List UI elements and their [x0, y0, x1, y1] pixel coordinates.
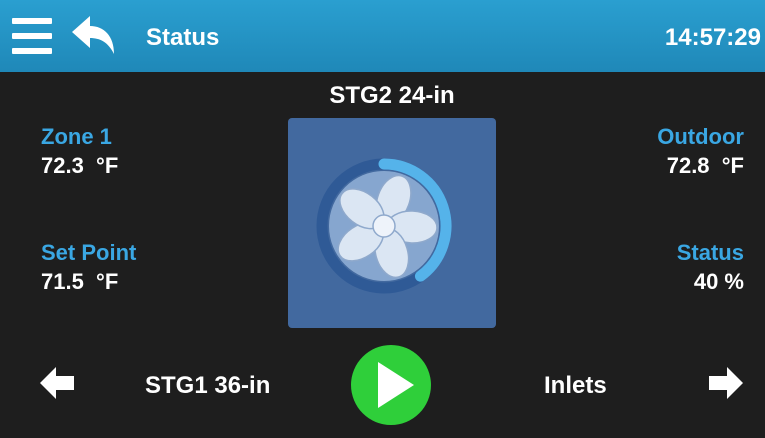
- status-value: 40 %: [693, 269, 744, 294]
- arrow-right-icon[interactable]: [709, 367, 743, 399]
- outdoor-value: 72.8 °F: [666, 153, 744, 178]
- header-bar: Status 14:57:29: [0, 0, 765, 72]
- zone-value: 72.3 °F: [41, 153, 119, 178]
- set-point-value: 71.5 °F: [41, 269, 119, 294]
- zone-label: Zone 1: [41, 124, 112, 149]
- set-point-label: Set Point: [41, 240, 137, 265]
- status-label: Status: [676, 240, 744, 265]
- fan-icon: [316, 158, 452, 294]
- next-device-label[interactable]: Inlets: [544, 372, 607, 400]
- clock: 14:57:29: [664, 24, 761, 51]
- previous-device-label[interactable]: STG1 36-in: [145, 372, 270, 400]
- play-button[interactable]: [351, 345, 431, 425]
- back-arrow-icon[interactable]: [70, 14, 118, 58]
- hamburger-menu-icon[interactable]: [12, 18, 52, 54]
- arrow-left-icon[interactable]: [40, 367, 74, 399]
- outdoor-label: Outdoor: [657, 124, 744, 149]
- fan-tile[interactable]: [288, 118, 496, 328]
- device-name: STG2 24-in: [329, 82, 455, 109]
- page-title: Status: [146, 24, 220, 51]
